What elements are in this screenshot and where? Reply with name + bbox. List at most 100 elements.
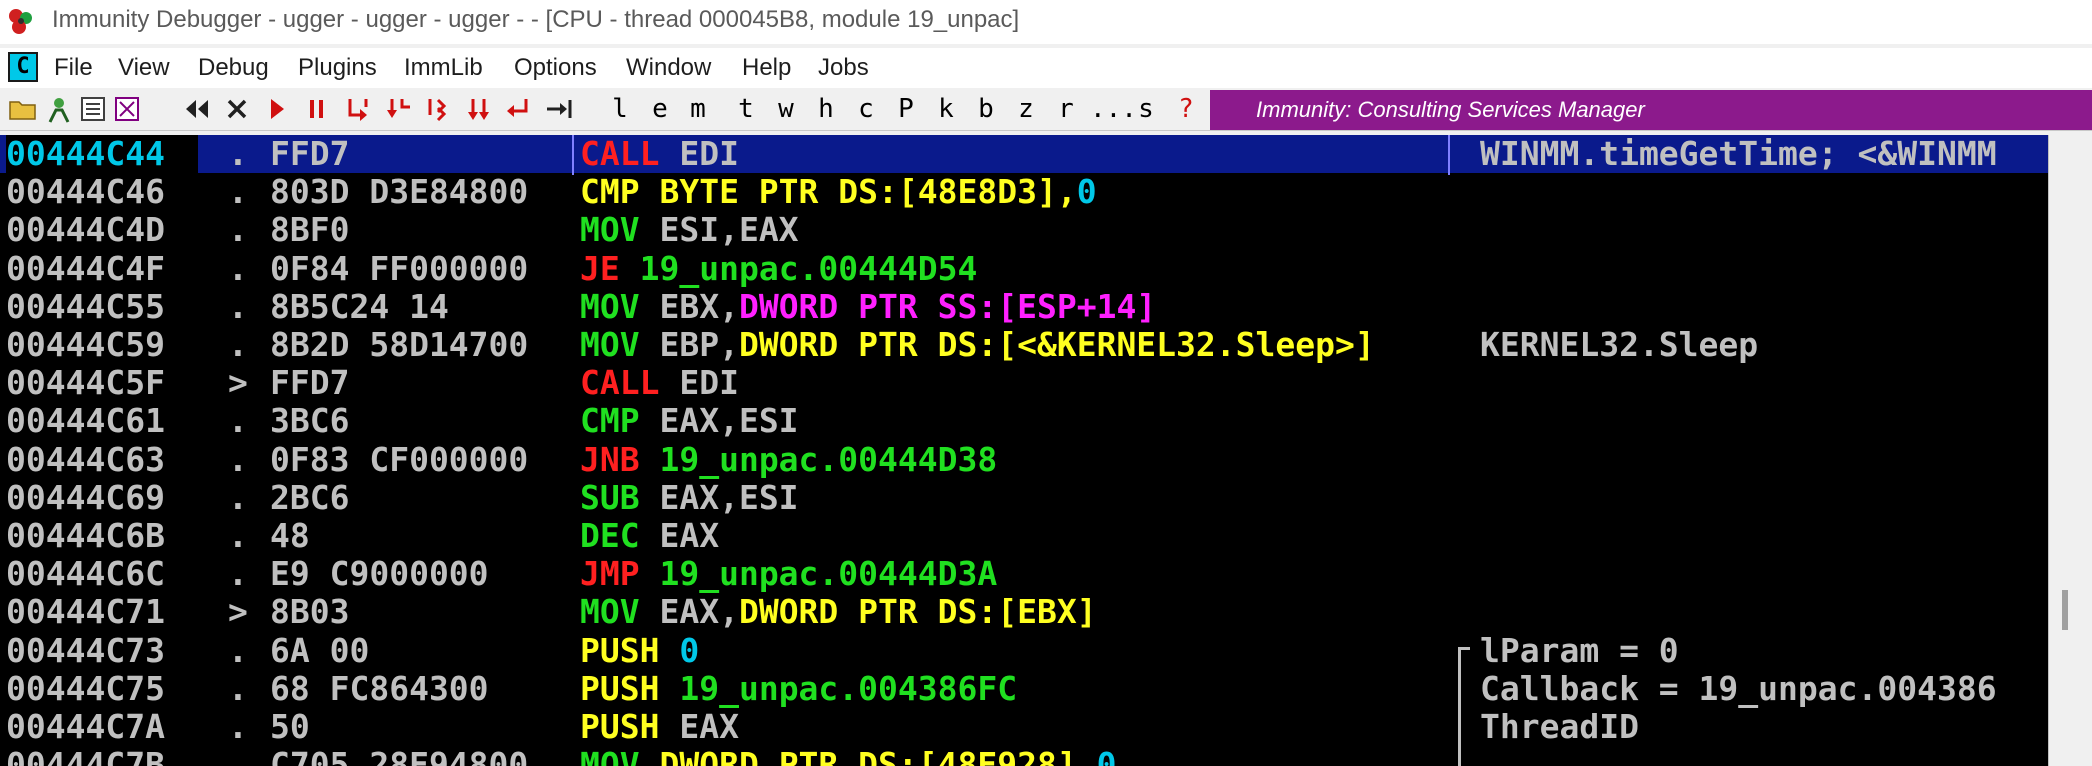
help-button[interactable]: ? xyxy=(1174,94,1198,124)
immunity-logo-icon xyxy=(6,6,36,36)
disassembly-pane[interactable]: 00444C44. FFD7 CALL EDI WINMM.timeGetTime; … xyxy=(0,135,2048,766)
instruction-token: CMP BYTE PTR DS:[48E8D3], xyxy=(580,172,1077,212)
toolbar-button-r[interactable]: r xyxy=(1054,94,1078,124)
instruction-token: 0 xyxy=(1096,745,1117,766)
toolbar-button-l[interactable]: l xyxy=(608,94,632,124)
disasm-row[interactable]: 00444C7A. 50 PUSH EAX ThreadID xyxy=(0,708,2048,746)
menu-help[interactable]: Help xyxy=(742,54,791,82)
toolbar-button-k[interactable]: k xyxy=(934,94,958,124)
go-to-origin-icon[interactable] xyxy=(544,94,574,124)
jump-marker: . xyxy=(228,630,248,670)
attach-process-icon[interactable] xyxy=(44,94,74,124)
menu-options[interactable]: Options xyxy=(514,54,597,82)
menu-debug[interactable]: Debug xyxy=(198,54,269,82)
address-cell: 00444C7B xyxy=(6,745,165,766)
instruction-token: DEC xyxy=(580,516,640,555)
menu-immlib[interactable]: ImmLib xyxy=(404,54,483,82)
toolbar-button-h[interactable]: h xyxy=(814,94,838,124)
address-cell: 00444C4F xyxy=(6,248,165,288)
window-title: Immunity Debugger - ugger - ugger - ugge… xyxy=(52,6,1020,33)
menu-file[interactable]: File xyxy=(54,54,93,82)
trace-over-icon[interactable] xyxy=(464,94,494,124)
step-into-icon[interactable] xyxy=(344,94,374,124)
menu-jobs[interactable]: Jobs xyxy=(818,54,869,82)
instruction-token: CMP xyxy=(580,401,640,441)
disasm-row[interactable]: 00444C71 >8B03 MOV EAX,DWORD PTR DS:[EBX] xyxy=(0,593,2048,631)
disasm-row[interactable]: 00444C7B. C705 28E94800 MOV DWORD PTR DS:[… xyxy=(0,746,2048,766)
log-window-icon[interactable] xyxy=(78,94,108,124)
instruction-token: CALL xyxy=(580,363,660,403)
disasm-row[interactable]: 00444C4F. 0F84 FF000000 JE 19_unpac.00444D… xyxy=(0,248,2048,288)
toolbar-button-s[interactable]: s xyxy=(1134,94,1158,124)
pause-icon[interactable] xyxy=(302,94,332,124)
disasm-row[interactable]: 00444C4D. 8BF0 MOV ESI,EAX xyxy=(0,211,2048,249)
disasm-row[interactable]: 00444C6B. 48 DEC EAX xyxy=(0,517,2048,555)
vertical-scrollbar[interactable] xyxy=(2048,135,2092,766)
step-over-icon[interactable] xyxy=(384,94,414,124)
toolbar-button-p[interactable]: P xyxy=(894,94,918,124)
address-cell: 00444C46 xyxy=(6,172,165,212)
toolbar-button-w[interactable]: w xyxy=(774,94,798,124)
close-icon[interactable] xyxy=(222,94,252,124)
cpu-window-icon[interactable]: C xyxy=(8,52,38,82)
instruction-cell: DEC EAX xyxy=(580,517,719,555)
jump-marker: . xyxy=(228,554,248,594)
hex-dump-cell: 3BC6 xyxy=(270,401,350,441)
menu-window[interactable]: Window xyxy=(626,54,711,82)
instruction-token: 19_unpac.004386FC xyxy=(659,668,1018,708)
instruction-token: 19_unpac.00444D3A xyxy=(639,554,998,594)
menu-plugins[interactable]: Plugins xyxy=(298,54,377,82)
toolbar-button-m[interactable]: m xyxy=(686,94,710,124)
execute-till-return-icon[interactable] xyxy=(504,94,534,124)
comment-cell: lParam = 0 xyxy=(1480,630,1679,670)
instruction-token: DWORD PTR DS:[<&KERNEL32.Sleep>] xyxy=(738,325,1375,364)
disasm-row[interactable]: 00444C59. 8B2D 58D14700 MOV EBP,DWORD PTR … xyxy=(0,326,2048,364)
menu-view[interactable]: View xyxy=(118,54,170,82)
disasm-row[interactable]: 00444C55. 8B5C24 14 MOV EBX,DWORD PTR SS:[… xyxy=(0,286,2048,326)
trace-into-icon[interactable] xyxy=(424,94,454,124)
restart-icon[interactable] xyxy=(182,94,212,124)
disasm-row[interactable]: 00444C75. 68 FC864300 PUSH 19_unpac.004386… xyxy=(0,668,2048,708)
disasm-row[interactable]: 00444C61. 3BC6 CMP EAX,ESI xyxy=(0,402,2048,440)
address-cell: 00444C63 xyxy=(6,439,165,479)
toolbar-button-c[interactable]: c xyxy=(854,94,878,124)
patch-window-icon[interactable] xyxy=(112,94,142,124)
toolbar-button-more[interactable]: ... xyxy=(1090,94,1137,124)
instruction-cell: CALL EDI xyxy=(580,364,739,402)
disasm-row[interactable]: 00444C46. 803D D3E84800 CMP BYTE PTR DS:[4… xyxy=(0,173,2048,211)
disasm-row[interactable]: 00444C6C. E9 C9000000 JMP 19_unpac.00444D3… xyxy=(0,555,2048,593)
toolbar-button-t[interactable]: t xyxy=(734,94,758,124)
instruction-token: EDI xyxy=(659,135,739,173)
column-separator xyxy=(1448,135,1450,175)
jump-marker: . xyxy=(228,707,248,746)
disasm-row[interactable]: 00444C63. 0F83 CF000000 JNB 19_unpac.00444… xyxy=(0,439,2048,479)
instruction-cell: JNB 19_unpac.00444D38 xyxy=(580,440,997,479)
disasm-row[interactable]: 00444C5F > FFD7 CALL EDI xyxy=(0,364,2048,402)
jump-marker: . xyxy=(228,210,248,250)
disasm-row-selected[interactable]: 00444C44. FFD7 CALL EDI WINMM.timeGetTime; … xyxy=(0,135,2048,173)
hex-dump-cell: 8B03 xyxy=(270,592,350,632)
instruction-cell: PUSH 0 xyxy=(580,631,699,670)
toolbar-button-b[interactable]: b xyxy=(974,94,998,124)
hex-dump-cell: 2BC6 xyxy=(270,477,350,517)
instruction-token: MOV xyxy=(580,286,640,326)
jump-marker: . xyxy=(228,668,248,708)
hex-dump-cell: E9 C9000000 xyxy=(270,554,489,594)
instruction-token: JMP xyxy=(580,554,640,594)
disasm-row[interactable]: 00444C69. 2BC6 SUB EAX,ESI xyxy=(0,477,2048,517)
disasm-row[interactable]: 00444C73. 6A 00 PUSH 0 lParam = 0 xyxy=(0,630,2048,670)
instruction-token: EBX, xyxy=(639,286,739,326)
jump-marker: . xyxy=(228,401,248,441)
address-cell: 00444C71 xyxy=(6,592,165,632)
toolbar-button-z[interactable]: z xyxy=(1014,94,1038,124)
instruction-token: EAX,ESI xyxy=(639,477,799,517)
toolbar-button-e[interactable]: e xyxy=(648,94,672,124)
instruction-token: JE xyxy=(580,248,620,288)
open-folder-icon[interactable] xyxy=(8,94,38,124)
consulting-services-banner[interactable]: Immunity: Consulting Services Manager xyxy=(1210,90,2092,130)
address-cell: 00444C73 xyxy=(6,630,165,670)
instruction-cell: PUSH EAX xyxy=(580,708,739,746)
run-icon[interactable] xyxy=(262,94,292,124)
scrollbar-thumb[interactable] xyxy=(2062,590,2068,630)
instruction-token: DWORD PTR DS:[48E928], xyxy=(659,745,1097,766)
